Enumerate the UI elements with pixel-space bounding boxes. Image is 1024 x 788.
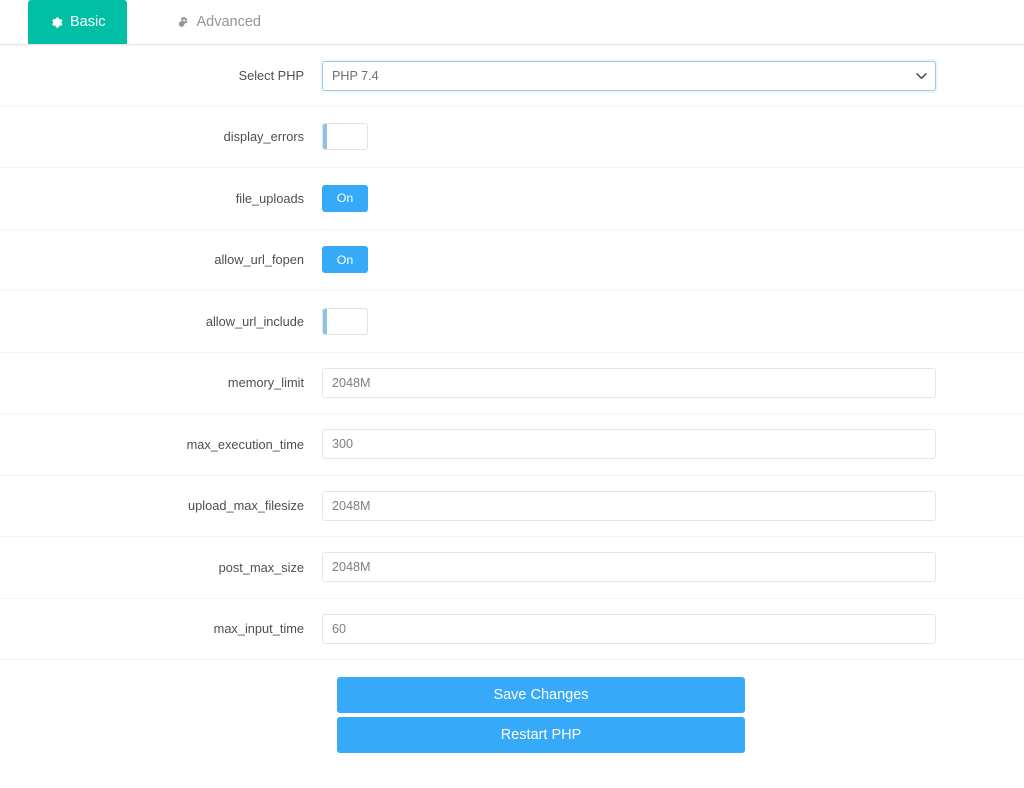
form-row-file-uploads: file_uploads On: [0, 168, 1024, 230]
control-memory-limit: 2048M: [322, 367, 1024, 398]
label-max-input-time: max_input_time: [213, 621, 304, 637]
form-row-select-php: Select PHP PHP 7.4: [0, 45, 1024, 107]
toggle-allow-url-fopen[interactable]: On: [322, 246, 368, 274]
select-php-wrapper: PHP 7.4: [322, 60, 936, 91]
toggle-allow-url-fopen-text: On: [336, 252, 354, 267]
control-display-errors: Off: [322, 123, 1024, 151]
input-memory-limit[interactable]: 2048M: [322, 367, 936, 398]
input-max-input-time[interactable]: 60: [322, 613, 936, 644]
toggle-file-uploads-text: On: [336, 191, 354, 206]
restart-php-button[interactable]: Restart PHP: [337, 717, 745, 753]
label-display-errors: display_errors: [223, 129, 304, 145]
form-row-max-input-time: max_input_time 60: [0, 599, 1024, 660]
cogs-icon: [175, 16, 189, 29]
toggle-file-uploads[interactable]: On: [322, 184, 368, 212]
tab-advanced[interactable]: Advanced: [153, 0, 283, 44]
label-upload-max-filesize: upload_max_filesize: [188, 498, 304, 514]
control-file-uploads: On: [322, 184, 1024, 212]
label-allow-url-fopen: allow_url_fopen: [214, 252, 304, 268]
label-max-execution-time: max_execution_time: [186, 436, 304, 452]
control-allow-url-include: Off: [322, 307, 1024, 335]
tab-advanced-label: Advanced: [196, 13, 261, 30]
tab-bar: Basic Advanced: [0, 0, 1024, 45]
label-select-php: Select PHP: [238, 68, 304, 84]
php-settings-page: Basic Advanced Select PHP PHP 7.4 displa…: [0, 0, 1024, 788]
save-changes-button[interactable]: Save Changes: [337, 677, 745, 713]
control-max-input-time: 60: [322, 613, 1024, 644]
form-row-allow-url-include: allow_url_include Off: [0, 291, 1024, 353]
label-memory-limit: memory_limit: [227, 375, 304, 391]
form-row-memory-limit: memory_limit 2048M: [0, 353, 1024, 414]
form-row-allow-url-fopen: allow_url_fopen On: [0, 230, 1024, 291]
toggle-display-errors[interactable]: Off: [322, 123, 368, 151]
label-allow-url-include: allow_url_include: [205, 313, 304, 329]
form-actions: Save Changes Restart PHP: [0, 660, 1024, 753]
form-row-display-errors: display_errors Off: [0, 107, 1024, 168]
control-select-php: PHP 7.4: [322, 60, 1024, 91]
control-post-max-size: 2048M: [322, 552, 1024, 583]
control-upload-max-filesize: 2048M: [322, 490, 1024, 521]
control-allow-url-fopen: On: [322, 246, 1024, 274]
label-post-max-size: post_max_size: [218, 559, 304, 575]
select-php-input[interactable]: PHP 7.4: [322, 60, 936, 91]
toggle-allow-url-include[interactable]: Off: [322, 307, 368, 335]
input-max-execution-time[interactable]: 300: [322, 429, 936, 460]
form-row-upload-max-filesize: upload_max_filesize 2048M: [0, 476, 1024, 537]
label-file-uploads: file_uploads: [235, 190, 304, 206]
form-row-max-execution-time: max_execution_time 300: [0, 414, 1024, 476]
input-upload-max-filesize[interactable]: 2048M: [322, 490, 936, 521]
input-post-max-size[interactable]: 2048M: [322, 552, 936, 583]
control-max-execution-time: 300: [322, 429, 1024, 460]
tab-basic[interactable]: Basic: [28, 0, 128, 44]
form-row-post-max-size: post_max_size 2048M: [0, 537, 1024, 599]
tab-basic-label: Basic: [70, 13, 106, 30]
gear-icon: [50, 16, 63, 29]
php-settings-form: Select PHP PHP 7.4 display_errors Off: [0, 45, 1024, 753]
